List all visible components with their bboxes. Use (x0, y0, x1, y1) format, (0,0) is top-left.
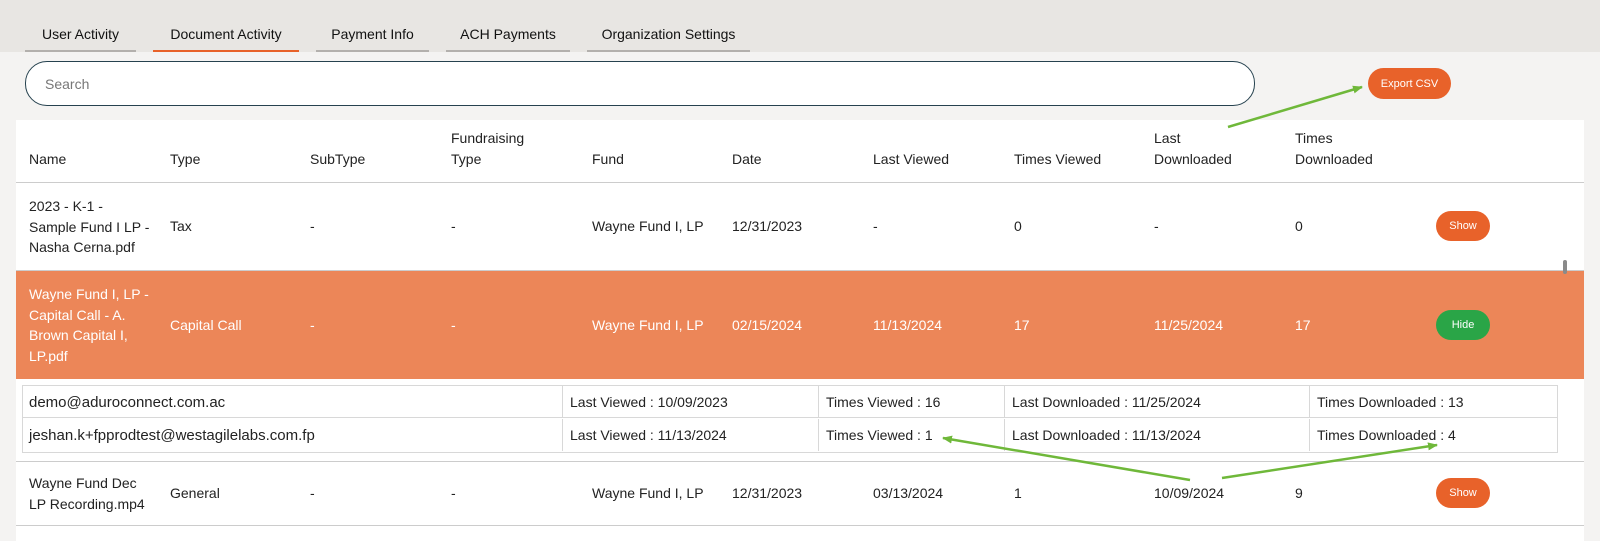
doc-times-viewed: 1 (1014, 485, 1022, 501)
doc-times-downloaded: 9 (1295, 485, 1303, 501)
doc-fundraising-type: - (451, 317, 456, 333)
column-header-times-downloaded: Times Downloaded (1295, 130, 1373, 167)
doc-type: Tax (170, 218, 192, 234)
doc-times-viewed: 17 (1014, 317, 1030, 333)
detail-times-downloaded: Times Downloaded : 4 (1309, 419, 1557, 451)
detail-row: jeshan.k+fpprodtest@westagilelabs.com.fp… (23, 419, 1557, 451)
detail-times-downloaded: Times Downloaded : 13 (1309, 386, 1557, 418)
doc-fundraising-type: - (451, 485, 456, 501)
tab-ach-payments[interactable]: ACH Payments (446, 22, 570, 52)
doc-last-downloaded: - (1154, 218, 1159, 234)
tab-label: Payment Info (331, 26, 414, 42)
doc-last-viewed: 11/13/2024 (873, 317, 943, 333)
doc-name: Wayne Fund Dec LP Recording.mp4 (29, 475, 145, 512)
column-header-fundraising-type: Fundraising Type (451, 130, 525, 167)
doc-last-downloaded: 10/09/2024 (1154, 485, 1225, 501)
doc-date: 12/31/2023 (732, 485, 803, 501)
user-email: demo@aduroconnect.com.ac (29, 393, 226, 411)
doc-last-viewed: 03/13/2024 (873, 485, 944, 501)
detail-row: demo@aduroconnect.com.ac Last Viewed : 1… (23, 386, 1557, 418)
doc-name: Wayne Fund I, LP - Capital Call - A. Bro… (29, 286, 149, 364)
column-header-last-downloaded: Last Downloaded (1154, 130, 1232, 167)
doc-times-viewed: 0 (1014, 218, 1022, 234)
column-header-date: Date (732, 151, 762, 167)
tab-bar: User Activity Document Activity Payment … (0, 0, 1600, 52)
doc-last-downloaded: 11/25/2024 (1154, 317, 1224, 333)
user-email: jeshan.k+fpprodtest@westagilelabs.com.fp (29, 426, 315, 444)
tab-label: Document Activity (170, 26, 282, 42)
detail-last-downloaded: Last Downloaded : 11/25/2024 (1004, 386, 1309, 418)
detail-times-viewed: Times Viewed : 1 (818, 419, 1004, 451)
doc-subtype: - (310, 485, 315, 501)
table-row: 2023 - K-1 - Sample Fund I LP - Nasha Ce… (16, 183, 1584, 271)
hide-button[interactable]: Hide (1436, 310, 1490, 340)
scrollbar-thumb[interactable] (1563, 260, 1567, 274)
detail-last-viewed: Last Viewed : 10/09/2023 (562, 386, 818, 418)
doc-date: 02/15/2024 (732, 317, 803, 333)
column-header-type: Type (170, 151, 201, 167)
column-header-last-viewed: Last Viewed (873, 151, 950, 167)
doc-times-downloaded: 17 (1295, 317, 1311, 333)
show-button[interactable]: Show (1436, 211, 1490, 241)
user-activity-detail-table: demo@aduroconnect.com.ac Last Viewed : 1… (22, 385, 1558, 453)
doc-fund: Wayne Fund I, LP (592, 485, 704, 501)
show-button[interactable]: Show (1436, 478, 1490, 508)
tab-payment-info[interactable]: Payment Info (316, 22, 429, 52)
doc-name: 2023 - K-1 - Sample Fund I LP - Nasha Ce… (29, 198, 150, 255)
tab-label: Organization Settings (601, 26, 736, 42)
tab-document-activity[interactable]: Document Activity (153, 22, 299, 52)
tab-user-activity[interactable]: User Activity (25, 22, 136, 52)
doc-fund: Wayne Fund I, LP (592, 317, 704, 333)
column-header-times-viewed: Times Viewed (1014, 151, 1102, 167)
column-header-subtype: SubType (310, 151, 366, 167)
tab-label: User Activity (41, 26, 119, 42)
detail-times-viewed: Times Viewed : 16 (818, 386, 1004, 418)
tab-label: ACH Payments (460, 26, 556, 42)
export-csv-button[interactable]: Export CSV (1368, 68, 1451, 99)
tab-organization-settings[interactable]: Organization Settings (587, 22, 750, 52)
doc-subtype: - (310, 218, 315, 234)
column-header-name: Name (29, 151, 67, 167)
doc-times-downloaded: 0 (1295, 218, 1303, 234)
table-row-expanded: Wayne Fund I, LP - Capital Call - A. Bro… (16, 271, 1584, 379)
column-header-fund: Fund (592, 151, 624, 167)
detail-last-downloaded: Last Downloaded : 11/13/2024 (1004, 419, 1309, 451)
doc-fund: Wayne Fund I, LP (592, 218, 704, 234)
doc-subtype: - (310, 317, 315, 333)
doc-type: General (170, 485, 220, 501)
doc-date: 12/31/2023 (732, 218, 803, 234)
table-row: Wayne Fund Dec LP Recording.mp4 General … (16, 461, 1584, 526)
doc-type: Capital Call (170, 317, 242, 333)
doc-last-viewed: - (873, 218, 878, 234)
doc-fundraising-type: - (451, 218, 456, 234)
detail-last-viewed: Last Viewed : 11/13/2024 (562, 419, 818, 451)
search-input[interactable] (25, 61, 1255, 106)
